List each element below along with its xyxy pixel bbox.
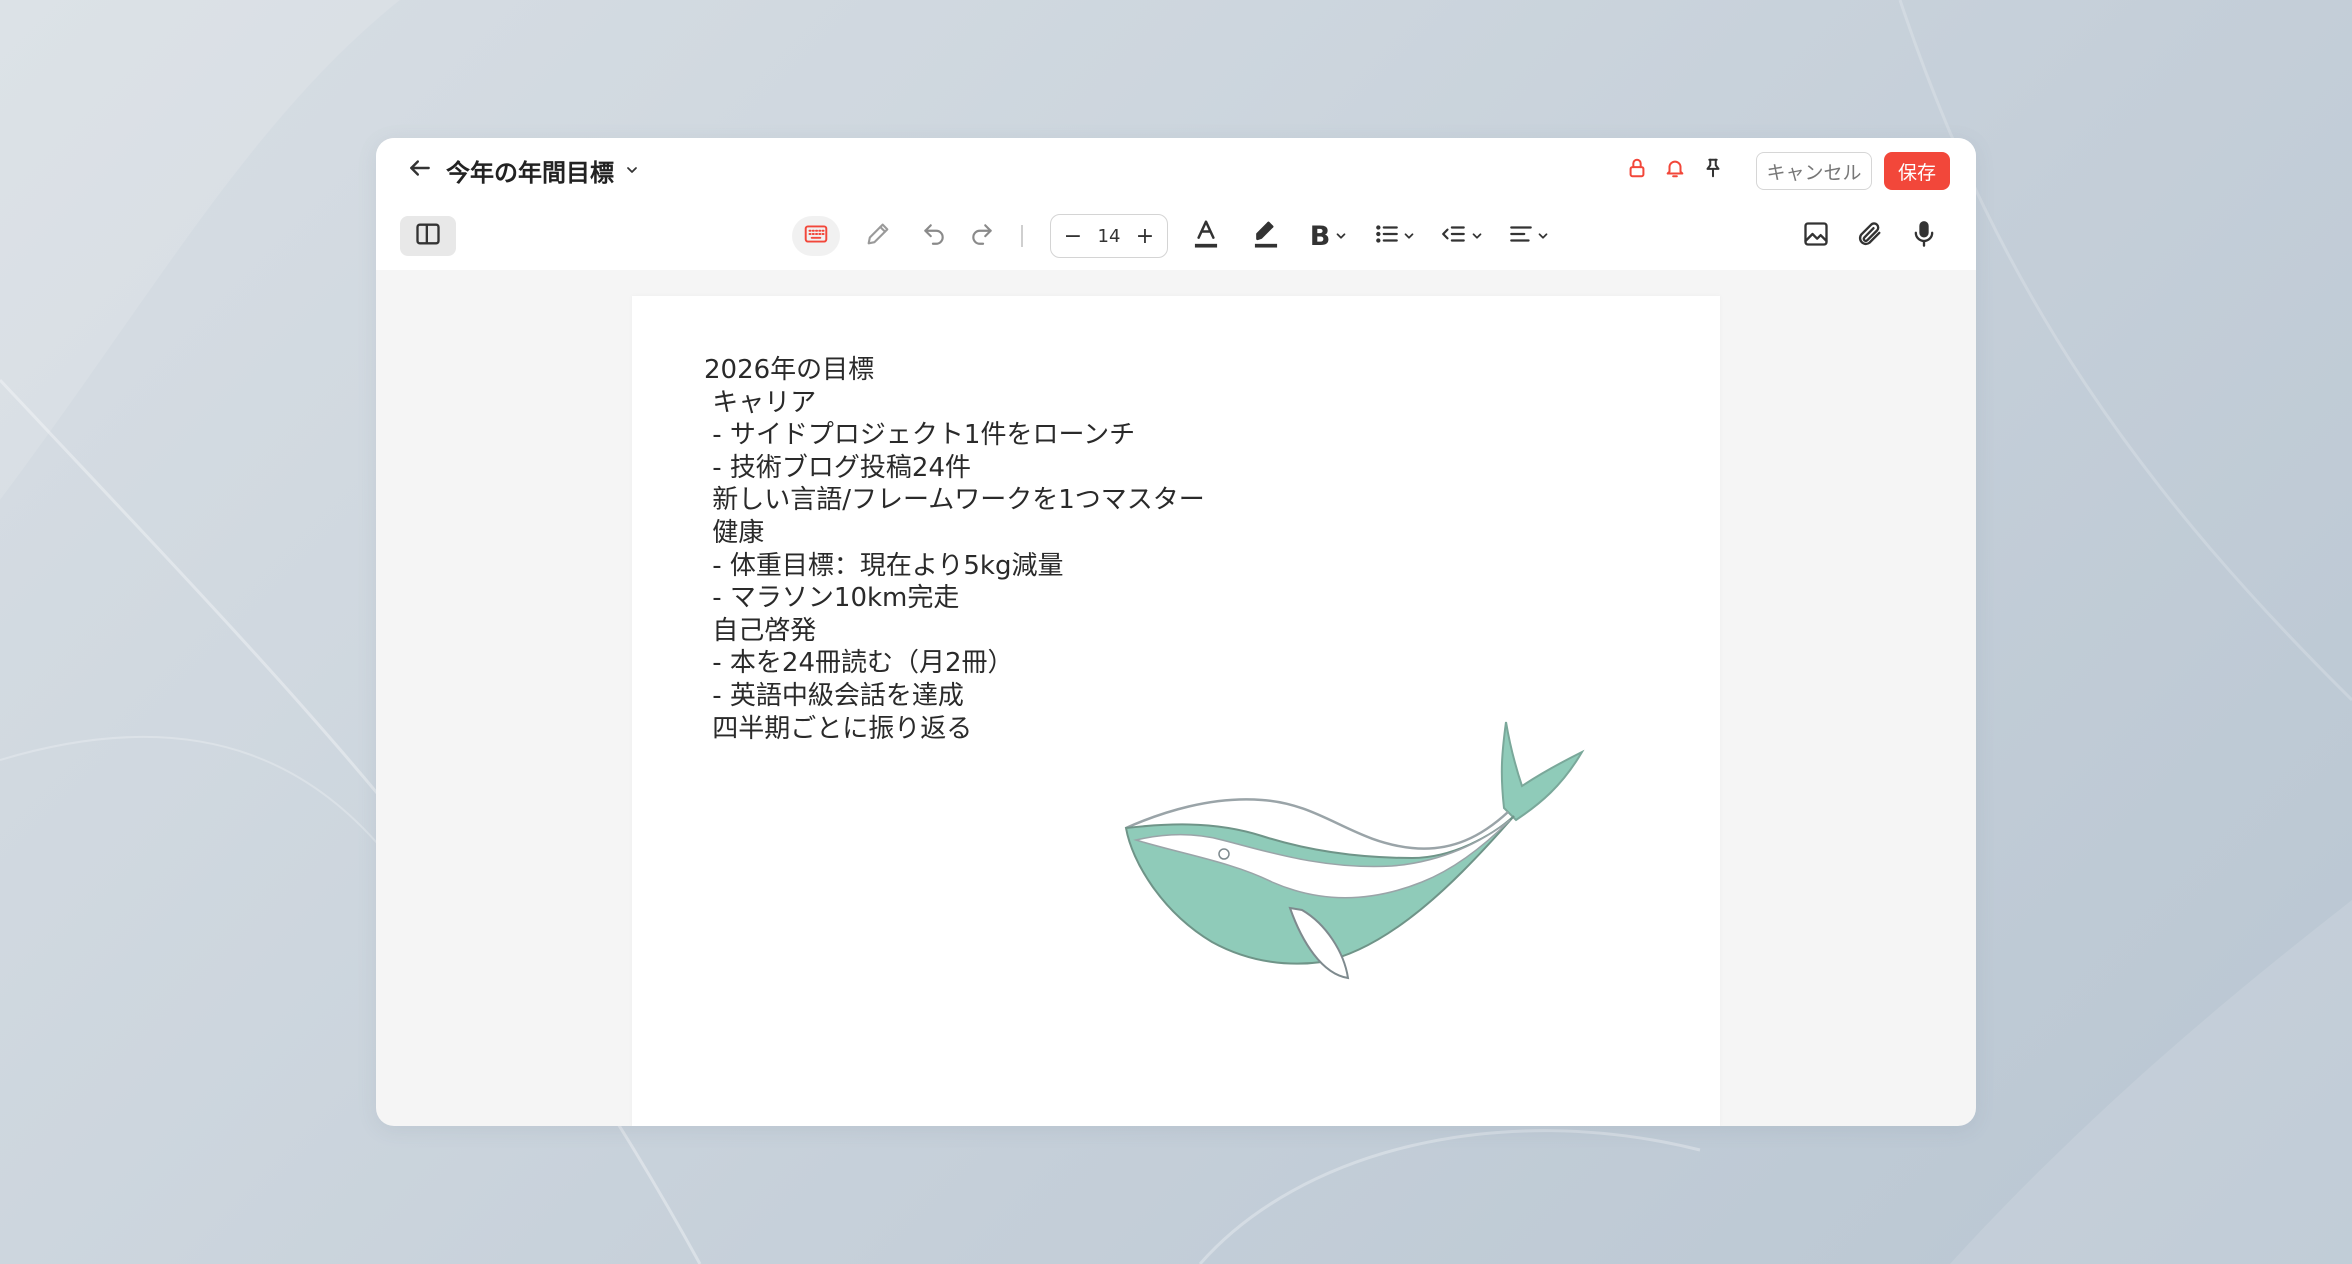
chevron-down-icon xyxy=(1470,229,1484,243)
highlight-button[interactable] xyxy=(1246,216,1286,256)
cancel-button[interactable]: キャンセル xyxy=(1756,152,1872,190)
whale-drawing[interactable] xyxy=(1122,712,1602,1012)
document-line: キャリア xyxy=(704,387,817,418)
document-line: - 体重目標：現在より5kg減量 xyxy=(704,550,1064,581)
lock-button[interactable] xyxy=(1622,155,1652,185)
highlighter-icon xyxy=(1251,218,1281,254)
title-bar: 今年の年間目標 キャンセル 保存 xyxy=(376,138,1976,202)
pen-button[interactable] xyxy=(858,216,898,256)
image-icon xyxy=(1802,220,1830,252)
align-left-icon xyxy=(1508,221,1534,251)
document-line: - サイドプロジェクト1件をローンチ xyxy=(704,420,1136,451)
paperclip-icon xyxy=(1856,220,1884,252)
undo-button[interactable] xyxy=(916,216,952,256)
bold-dropdown[interactable]: B xyxy=(1304,216,1354,256)
document-line: - 本を24冊読む（月2冊） xyxy=(704,648,1014,679)
font-size-stepper: − 14 + xyxy=(1050,214,1168,258)
arrow-left-icon xyxy=(407,155,433,185)
document-line: 新しい言語/フレームワークを1つマスター xyxy=(704,485,1205,516)
document-line: - 英語中級会話を達成 xyxy=(704,680,964,711)
reminder-button[interactable] xyxy=(1660,155,1690,185)
document-line: - 技術ブログ投稿24件 xyxy=(704,452,971,483)
bullet-list-icon xyxy=(1374,221,1400,251)
back-button[interactable] xyxy=(402,152,438,188)
toolbar-divider xyxy=(1021,225,1023,247)
attach-file-button[interactable] xyxy=(1850,216,1890,256)
undo-icon xyxy=(921,221,947,251)
document-title-dropdown[interactable]: 今年の年間目標 xyxy=(446,154,640,187)
text-color-icon xyxy=(1191,218,1221,254)
bell-icon xyxy=(1664,157,1686,183)
keyboard-button[interactable] xyxy=(792,216,840,256)
outdent-icon xyxy=(1440,221,1468,251)
insert-image-button[interactable] xyxy=(1796,216,1836,256)
keyboard-icon xyxy=(802,221,830,251)
document-line: 自己啓発 xyxy=(704,615,817,646)
lock-icon xyxy=(1626,157,1648,183)
text-color-button[interactable] xyxy=(1186,216,1226,256)
redo-icon xyxy=(969,221,995,251)
microphone-icon xyxy=(1910,220,1938,252)
chevron-down-icon xyxy=(624,162,640,178)
chevron-down-icon xyxy=(1536,229,1550,243)
font-size-decrease-button[interactable]: − xyxy=(1063,224,1083,249)
sidebar-toggle-button[interactable] xyxy=(400,216,456,256)
pin-button[interactable] xyxy=(1698,155,1728,185)
bullet-list-dropdown[interactable] xyxy=(1370,216,1420,256)
font-size-increase-button[interactable]: + xyxy=(1135,224,1155,249)
pin-icon xyxy=(1702,157,1724,183)
editor-window: 今年の年間目標 キャンセル 保存 − 14 + B 2026年の目標 キャリア … xyxy=(376,138,1976,1126)
font-size-value: 14 xyxy=(1097,225,1121,247)
redo-button[interactable] xyxy=(964,216,1000,256)
document-body[interactable]: 2026年の目標 キャリア - サイドプロジェクト1件をローンチ - 技術ブログ… xyxy=(704,354,1205,745)
indent-dropdown[interactable] xyxy=(1436,216,1488,256)
formatting-toolbar: − 14 + B xyxy=(376,202,1976,270)
chevron-down-icon xyxy=(1402,229,1416,243)
chevron-down-icon xyxy=(1334,229,1348,243)
document-line: - マラソン10km完走 xyxy=(704,583,960,614)
pencil-icon xyxy=(864,220,892,252)
save-button[interactable]: 保存 xyxy=(1884,152,1950,190)
align-dropdown[interactable] xyxy=(1504,216,1554,256)
document-page[interactable]: 2026年の目標 キャリア - サイドプロジェクト1件をローンチ - 技術ブログ… xyxy=(632,296,1720,1126)
document-line: 健康 xyxy=(704,517,765,548)
document-line: 2026年の目標 xyxy=(704,355,875,385)
document-title: 今年の年間目標 xyxy=(446,158,614,187)
split-view-icon xyxy=(414,220,442,252)
voice-input-button[interactable] xyxy=(1904,216,1944,256)
bold-label: B xyxy=(1309,220,1331,252)
